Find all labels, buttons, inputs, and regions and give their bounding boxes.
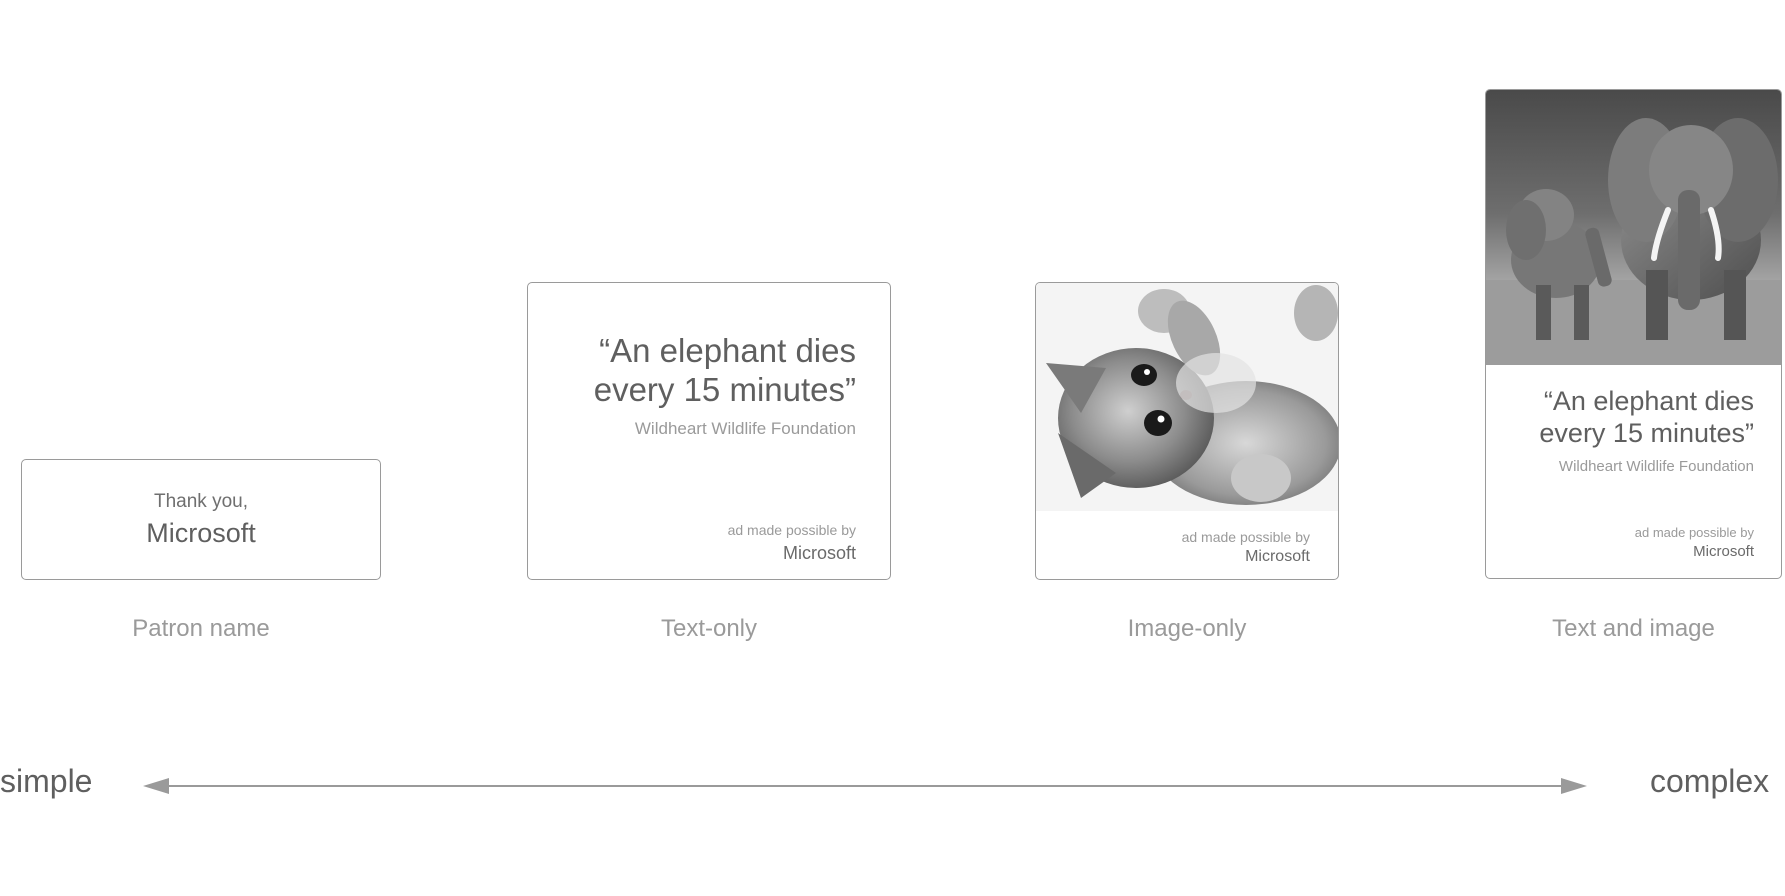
ad-possible-by: ad made possible by xyxy=(727,522,856,538)
double-arrow-icon xyxy=(143,778,1587,794)
sponsor-name: Microsoft xyxy=(1693,543,1754,560)
kitten-photo xyxy=(1036,283,1338,511)
patron-name-card: Thank you, Microsoft xyxy=(21,459,381,580)
caption-text-and-image: Text and image xyxy=(1552,615,1715,642)
org-name: Wildheart Wildlife Foundation xyxy=(634,419,856,438)
scale-left-label: simple xyxy=(0,763,93,799)
sponsor-name: Microsoft xyxy=(782,543,856,563)
quote-line-2: every 15 minutes” xyxy=(1539,418,1754,448)
caption-text-only: Text-only xyxy=(660,615,758,642)
quote-headline: “An elephant dies every 15 minutes” xyxy=(1539,385,1754,449)
ad-possible-by: ad made possible by xyxy=(1181,529,1310,545)
image-only-card: ad made possible by Microsoft xyxy=(1035,282,1339,580)
caption-image-only: Image-only xyxy=(1127,615,1247,642)
quote-line-1: “An elephant dies xyxy=(599,332,856,369)
sponsor-name: Microsoft xyxy=(1245,548,1310,565)
quote-line-2: every 15 minutes” xyxy=(593,371,856,408)
thanks-text: Thank you, xyxy=(154,491,248,512)
org-name: Wildheart Wildlife Foundation xyxy=(1558,458,1754,475)
elephants-photo xyxy=(1486,90,1781,365)
caption-patron-name: Patron name xyxy=(132,615,270,642)
text-only-card: “An elephant dies every 15 minutes” Wild… xyxy=(527,282,891,580)
quote-headline: “An elephant dies every 15 minutes” xyxy=(594,331,856,409)
quote-line-1: “An elephant dies xyxy=(1543,386,1754,416)
patron-name: Microsoft xyxy=(146,518,256,548)
ad-possible-by: ad made possible by xyxy=(1634,525,1754,540)
text-and-image-card: “An elephant dies every 15 minutes” Wild… xyxy=(1485,89,1782,579)
scale-right-label: complex xyxy=(1650,763,1770,799)
